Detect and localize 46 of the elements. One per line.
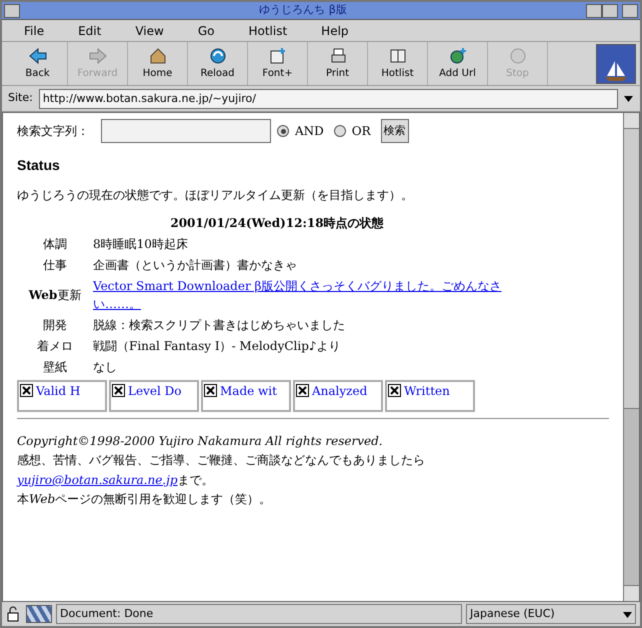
encoding-dropdown[interactable]: Japanese (EUC) bbox=[466, 604, 636, 624]
row-label: 体調 bbox=[42, 236, 68, 253]
menu-item[interactable]: File bbox=[24, 22, 44, 40]
row-value: 脱線：検索スクリプト書きはじめちゃいました bbox=[93, 317, 345, 334]
row-value: 8時睡眠10時起床 bbox=[93, 236, 188, 253]
radio-label: OR bbox=[352, 123, 371, 140]
row-label: 開発 bbox=[42, 317, 68, 334]
radio-label: AND bbox=[295, 123, 324, 140]
toolbar-button[interactable]: Back bbox=[8, 42, 68, 85]
row-label: 着メロ bbox=[36, 338, 74, 355]
site-label: Site: bbox=[8, 90, 33, 106]
menu-item[interactable]: View bbox=[135, 22, 164, 40]
row-value: 戦闘（Final Fantasy I）- MelodyClip♪より bbox=[93, 338, 341, 355]
broken-image-badge[interactable]: Analyzed bbox=[293, 380, 383, 412]
row-label: 仕事 bbox=[42, 257, 68, 274]
row-value: なし bbox=[93, 359, 117, 376]
window-title: ゆうじろんち β版 bbox=[258, 2, 348, 18]
broken-image-badge[interactable]: Valid H bbox=[17, 380, 107, 412]
section-heading: Status bbox=[17, 156, 61, 175]
status-text: Document: Done bbox=[56, 604, 462, 624]
toolbar-button[interactable]: Print bbox=[308, 42, 368, 85]
contact-text: 感想、苦情、バグ報告、ご指導、ご鞭撻、ご商談などなんでもありましたら yujiro@botan.sakura.ne.jpまで。 bbox=[17, 452, 426, 489]
menu-item[interactable]: Hotlist bbox=[248, 22, 288, 40]
menu-item[interactable]: Edit bbox=[78, 22, 102, 40]
table-caption: 2001/01/24(Wed)12:18時点の状態 bbox=[169, 215, 385, 232]
search-label: 検索文字列： bbox=[17, 123, 89, 140]
row-value: 企画書（というか計画書）書かなきゃ bbox=[93, 257, 297, 274]
menu-item[interactable]: Help bbox=[321, 22, 349, 40]
toolbar-button[interactable]: Hotlist bbox=[368, 42, 428, 85]
search-button[interactable]: 検索 bbox=[380, 119, 409, 143]
broken-image-badge[interactable]: Level Do bbox=[109, 380, 199, 412]
toolbar-button[interactable]: Add Url bbox=[428, 42, 488, 85]
row-label: Web更新 bbox=[28, 287, 82, 304]
broken-image-badge[interactable]: Written bbox=[385, 380, 475, 412]
email-link[interactable]: yujiro@botan.sakura.ne.jp bbox=[17, 473, 178, 487]
row-label: 壁紙 bbox=[42, 359, 68, 376]
copyright-text: Copyright©1998-2000 Yujiro Nakamura All rights reserved. bbox=[17, 433, 384, 450]
toolbar-button[interactable]: Home bbox=[128, 42, 188, 85]
menu-item[interactable]: Go bbox=[198, 22, 214, 40]
toolbar-button[interactable]: Font+ bbox=[248, 42, 308, 85]
note-text: 本Webページの無断引用を歓迎します（笑）。 bbox=[17, 491, 272, 508]
intro-text: ゆうじろうの現在の状態です。ほぼリアルタイム更新（を目指します）。 bbox=[17, 187, 414, 204]
broken-image-badge[interactable]: Made wit bbox=[201, 380, 291, 412]
toolbar-button[interactable]: Reload bbox=[188, 42, 248, 85]
update-link[interactable]: Vector Smart Downloader β版公開くさっそくバグりました。ごめんなさい……。 bbox=[93, 277, 533, 313]
address-field[interactable]: http://www.botan.sakura.ne.jp/~yujiro/ bbox=[38, 88, 618, 108]
